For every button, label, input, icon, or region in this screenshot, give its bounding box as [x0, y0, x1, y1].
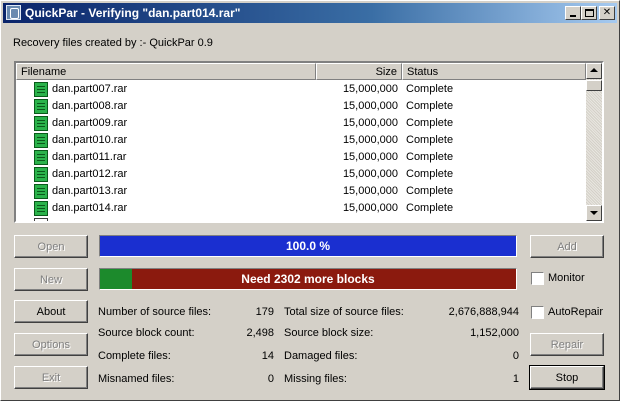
block-count-value: 2,498	[246, 327, 274, 339]
damaged-files-value: 0	[512, 350, 519, 362]
maximize-icon	[585, 9, 594, 17]
scroll-down-button[interactable]	[586, 205, 602, 221]
file-size: 15,000,000	[342, 168, 398, 180]
file-size: 15,000,000	[342, 83, 398, 95]
arrow-down-icon	[590, 211, 598, 215]
missing-files-value: 1	[512, 373, 519, 385]
table-row[interactable]: dan.part008.rar 15,000,000 Complete	[16, 98, 586, 115]
recovery-source-label: Recovery files created by :- QuickPar 0.…	[13, 37, 213, 49]
minimize-button[interactable]	[565, 6, 581, 20]
table-row-partial[interactable]	[16, 217, 586, 221]
column-header-filename[interactable]: Filename	[16, 63, 316, 80]
app-icon	[6, 5, 21, 20]
column-header-status[interactable]: Status	[402, 63, 586, 80]
scroll-thumb[interactable]	[586, 80, 602, 91]
missing-files-label: Missing files:	[284, 373, 347, 385]
file-size: 15,000,000	[342, 100, 398, 112]
file-name: dan.part010.rar	[52, 134, 128, 146]
file-name: dan.part007.rar	[52, 83, 128, 95]
monitor-checkbox-label: Monitor	[548, 272, 585, 284]
maximize-button[interactable]	[581, 6, 597, 20]
file-status: Complete	[406, 134, 454, 146]
list-rows: dan.part007.rar 15,000,000 Complete dan.…	[16, 81, 586, 221]
file-name: dan.part014.rar	[52, 202, 128, 214]
misnamed-files-value: 0	[267, 373, 274, 385]
minimize-icon	[570, 15, 576, 17]
scroll-up-button[interactable]	[586, 63, 602, 79]
table-row[interactable]: dan.part011.rar 15,000,000 Complete	[16, 149, 586, 166]
autorepair-checkbox-box[interactable]	[531, 306, 544, 319]
file-complete-icon	[34, 167, 48, 182]
file-complete-icon	[34, 184, 48, 199]
table-row[interactable]: dan.part010.rar 15,000,000 Complete	[16, 132, 586, 149]
column-header-size[interactable]: Size	[316, 63, 402, 80]
file-icon	[34, 218, 48, 221]
file-size: 15,000,000	[342, 202, 398, 214]
file-status: Complete	[406, 83, 454, 95]
vertical-scrollbar[interactable]	[586, 63, 602, 221]
table-row[interactable]: dan.part014.rar 15,000,000 Complete	[16, 200, 586, 217]
damaged-files-label: Damaged files:	[284, 350, 358, 362]
block-count-label: Source block count:	[98, 327, 195, 339]
file-size: 15,000,000	[342, 134, 398, 146]
complete-files-label: Complete files:	[98, 350, 171, 362]
autorepair-checkbox-label: AutoRepair	[548, 306, 604, 318]
file-status: Complete	[406, 117, 454, 129]
file-complete-icon	[34, 201, 48, 216]
options-button[interactable]: Options	[14, 333, 88, 356]
file-name: dan.part013.rar	[52, 185, 128, 197]
file-name: dan.part011.rar	[52, 151, 127, 163]
blocks-progress-bar: Need 2302 more blocks	[99, 268, 517, 290]
file-complete-icon	[34, 116, 48, 131]
close-button[interactable]: ✕	[599, 6, 615, 20]
file-complete-icon	[34, 99, 48, 114]
total-size-label: Total size of source files:	[284, 306, 404, 318]
block-size-value: 1,152,000	[470, 327, 519, 339]
stop-button[interactable]: Stop	[529, 365, 605, 390]
add-button[interactable]: Add	[530, 235, 604, 258]
complete-files-value: 14	[261, 350, 274, 362]
file-complete-icon	[34, 150, 48, 165]
file-complete-icon	[34, 82, 48, 97]
file-name: dan.part008.rar	[52, 100, 128, 112]
source-files-label: Number of source files:	[98, 306, 212, 318]
window-title: QuickPar - Verifying "dan.part014.rar"	[25, 6, 241, 20]
table-row[interactable]: dan.part012.rar 15,000,000 Complete	[16, 166, 586, 183]
exit-button[interactable]: Exit	[14, 366, 88, 389]
file-status: Complete	[406, 202, 454, 214]
file-name: dan.part009.rar	[52, 117, 128, 129]
new-button[interactable]: New	[14, 268, 88, 291]
arrow-up-icon	[590, 68, 598, 72]
about-button[interactable]: About	[14, 300, 88, 323]
table-row[interactable]: dan.part007.rar 15,000,000 Complete	[16, 81, 586, 98]
file-size: 15,000,000	[342, 185, 398, 197]
file-status: Complete	[406, 168, 454, 180]
blocks-progress-label: Need 2302 more blocks	[241, 272, 375, 286]
close-icon: ✕	[602, 7, 612, 18]
source-files-value: 179	[255, 306, 274, 318]
file-size: 15,000,000	[342, 151, 398, 163]
verify-progress-bar: 100.0 %	[99, 235, 517, 257]
block-size-label: Source block size:	[284, 327, 374, 339]
title-bar[interactable]: QuickPar - Verifying "dan.part014.rar" ✕	[3, 3, 617, 23]
file-complete-icon	[34, 133, 48, 148]
open-button[interactable]: Open	[14, 235, 88, 258]
quickpar-window: QuickPar - Verifying "dan.part014.rar" ✕…	[0, 0, 620, 401]
file-status: Complete	[406, 151, 454, 163]
total-size-value: 2,676,888,944	[448, 306, 519, 318]
list-header: Filename Size Status	[16, 63, 586, 80]
table-row[interactable]: dan.part013.rar 15,000,000 Complete	[16, 183, 586, 200]
repair-button[interactable]: Repair	[530, 333, 604, 356]
monitor-checkbox-box[interactable]	[531, 272, 544, 285]
table-row[interactable]: dan.part009.rar 15,000,000 Complete	[16, 115, 586, 132]
file-size: 15,000,000	[342, 117, 398, 129]
misnamed-files-label: Misnamed files:	[98, 373, 175, 385]
file-name: dan.part012.rar	[52, 168, 128, 180]
verify-progress-label: 100.0 %	[285, 239, 331, 253]
file-list[interactable]: Filename Size Status dan.part007.rar 15,…	[14, 61, 604, 223]
file-status: Complete	[406, 100, 454, 112]
file-status: Complete	[406, 185, 454, 197]
